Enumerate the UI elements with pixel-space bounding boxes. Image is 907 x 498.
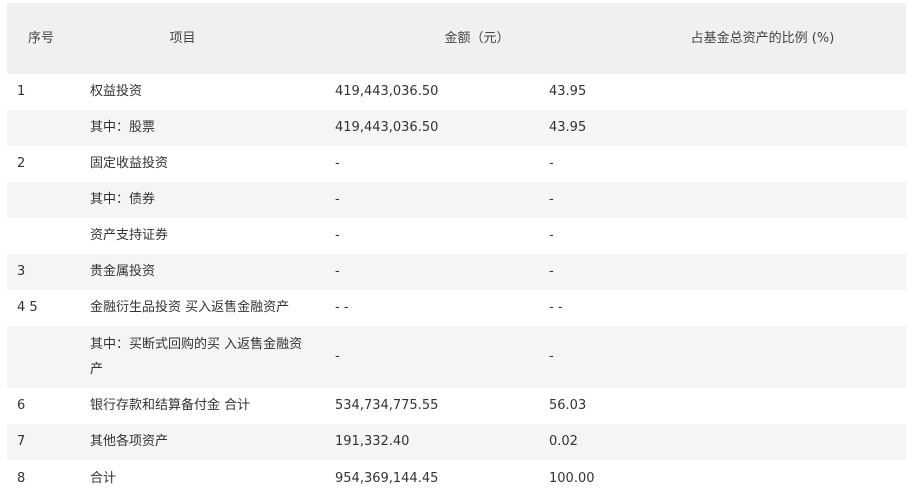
header-no: 序号 xyxy=(28,30,55,46)
table-row: 2 固定收益投资 - - xyxy=(7,146,906,182)
table-row: 3 贵金属投资 - - xyxy=(7,254,906,290)
row-ratio: - - xyxy=(549,300,563,315)
row-ratio: - xyxy=(549,192,554,207)
table-row: 资产支持证券 - - xyxy=(7,218,906,254)
row-item: 权益投资 xyxy=(90,84,143,99)
row-ratio: - xyxy=(549,156,554,171)
row-amount: 419,443,036.50 xyxy=(335,84,439,99)
row-ratio: 100.00 xyxy=(549,471,595,486)
asset-allocation-table: 序号 项目 金额（元） 占基金总资产的比例 (%) 1 权益投资 419,443… xyxy=(7,3,906,498)
row-item: 其他各项资产 xyxy=(90,434,169,449)
table-row: 4 5 金融衍生品投资 买入返售金融资产 - - - - xyxy=(7,290,906,326)
row-item: 其中：债券 xyxy=(90,192,156,207)
row-ratio: - xyxy=(549,264,554,279)
table-header: 序号 项目 金额（元） 占基金总资产的比例 (%) xyxy=(7,3,906,74)
row-amount: - - xyxy=(335,300,349,315)
row-item: 资产支持证券 xyxy=(90,228,169,243)
header-amount: 金额（元） xyxy=(444,30,510,46)
header-item: 项目 xyxy=(169,30,196,46)
row-item: 合计 xyxy=(90,471,117,486)
row-no: 2 xyxy=(17,156,26,171)
header-ratio: 占基金总资产的比例 (%) xyxy=(690,30,835,46)
row-no: 8 xyxy=(17,471,26,486)
row-amount: - xyxy=(335,192,340,207)
row-ratio: 56.03 xyxy=(549,398,587,413)
row-amount: - xyxy=(335,228,340,243)
row-item: 金融衍生品投资 买入返售金融资产 xyxy=(90,300,290,315)
row-amount: 191,332.40 xyxy=(335,434,410,449)
row-amount: 954,369,144.45 xyxy=(335,471,439,486)
row-item: 固定收益投资 xyxy=(90,156,169,171)
table-row: 1 权益投资 419,443,036.50 43.95 xyxy=(7,74,906,110)
row-ratio: 43.95 xyxy=(549,120,587,135)
row-amount: - xyxy=(335,156,340,171)
row-amount: 534,734,775.55 xyxy=(335,398,439,413)
table-row: 8 合计 954,369,144.45 100.00 xyxy=(7,460,906,498)
row-ratio: 43.95 xyxy=(549,84,587,99)
row-item: 其中：买断式回购的买 入返售金融资产 xyxy=(90,337,303,377)
row-item: 贵金属投资 xyxy=(90,264,156,279)
table-row: 7 其他各项资产 191,332.40 0.02 xyxy=(7,424,906,460)
row-no: 7 xyxy=(17,434,26,449)
row-amount: 419,443,036.50 xyxy=(335,120,439,135)
row-no: 6 xyxy=(17,398,26,413)
row-ratio: - xyxy=(549,349,554,364)
row-no: 1 xyxy=(17,84,26,99)
row-item: 银行存款和结算备付金 合计 xyxy=(90,398,251,413)
table-row: 其中：股票 419,443,036.50 43.95 xyxy=(7,110,906,146)
table-row: 其中：买断式回购的买 入返售金融资产 - - xyxy=(7,326,906,388)
table-row: 其中：债券 - - xyxy=(7,182,906,218)
row-amount: - xyxy=(335,349,340,364)
row-ratio: 0.02 xyxy=(549,434,578,449)
row-amount: - xyxy=(335,264,340,279)
row-item: 其中：股票 xyxy=(90,120,156,135)
table-row: 6 银行存款和结算备付金 合计 534,734,775.55 56.03 xyxy=(7,388,906,424)
row-no: 4 5 xyxy=(17,300,38,315)
row-no: 3 xyxy=(17,264,26,279)
row-ratio: - xyxy=(549,228,554,243)
